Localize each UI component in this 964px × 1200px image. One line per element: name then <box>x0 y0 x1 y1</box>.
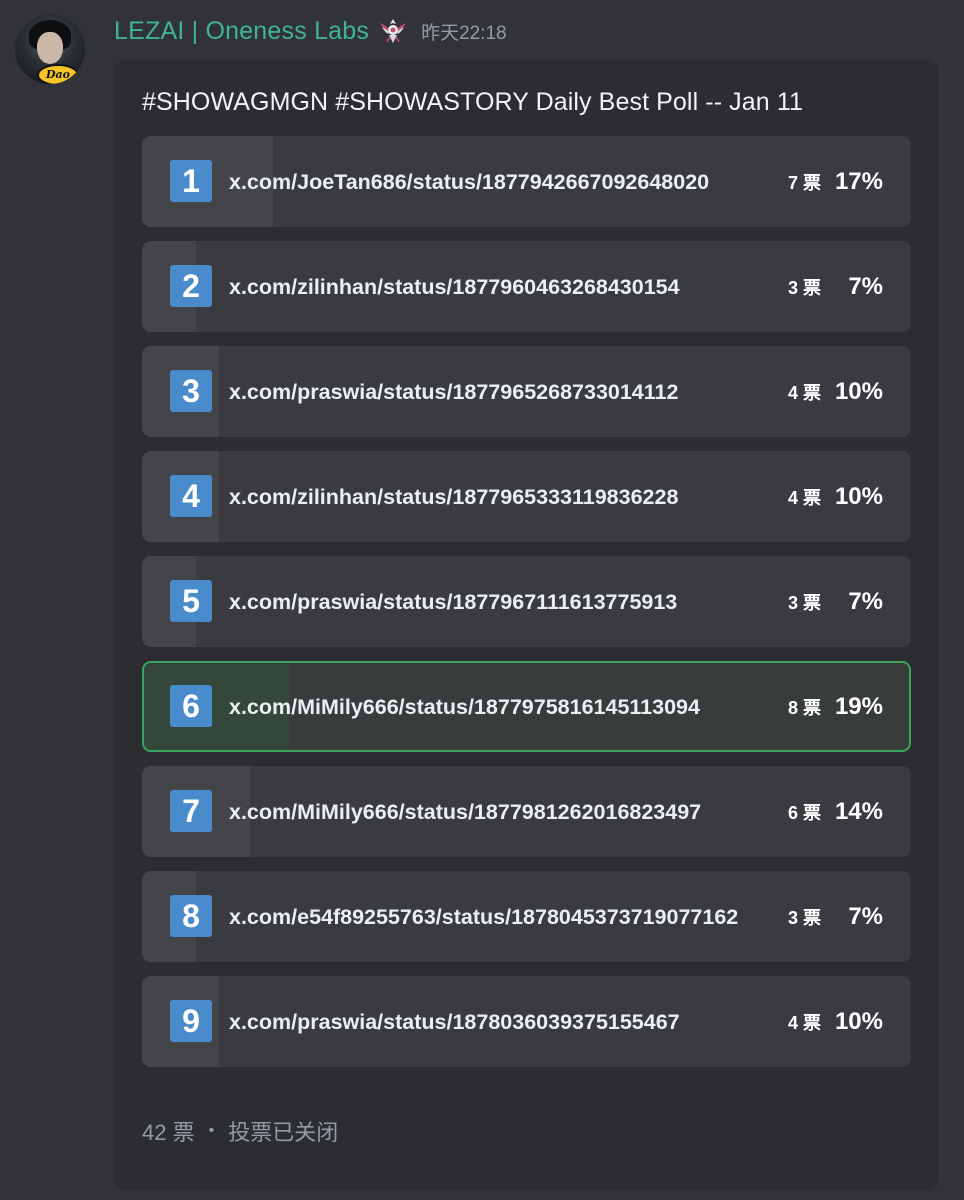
poll-answer-vote-count: 8 票 <box>787 697 821 718</box>
chat-message: Dao LEZAI | Oneness Labs 昨天22:18 #SHOWAG… <box>0 0 964 1200</box>
avatar-dao-badge: Dao <box>37 64 79 84</box>
poll-answer-9[interactable]: 9 x.com/praswia/status/187803603937515546… <box>142 976 911 1067</box>
poll-answer-vote-count: 3 票 <box>787 277 821 298</box>
poll-answer-percent: 7% <box>848 902 883 930</box>
keycap-number-icon: 6 <box>170 685 212 727</box>
poll-answer-percent: 19% <box>834 692 883 720</box>
message-timestamp: 昨天22:18 <box>421 22 507 44</box>
keycap-number-icon: 5 <box>170 580 212 622</box>
keycap-number-icon: 1 <box>170 160 212 202</box>
poll-answers-list: 1 x.com/JoeTan686/status/1877942667092648… <box>142 136 911 1081</box>
poll-answer-percent: 10% <box>834 482 883 510</box>
keycap-number-icon: 4 <box>170 475 212 517</box>
poll-answer-percent: 17% <box>834 167 883 195</box>
poll-answer-7[interactable]: 7 x.com/MiMily666/status/1877981262016823… <box>142 766 911 857</box>
keycap-number-icon: 7 <box>170 790 212 832</box>
keycap-number-icon: 2 <box>170 265 212 307</box>
keycap-number-icon: 3 <box>170 370 212 412</box>
footer-separator: • <box>208 1122 215 1139</box>
poll-answer-vote-count: 4 票 <box>787 382 821 403</box>
poll-answer-percent: 14% <box>834 797 883 825</box>
poll-answer-label: x.com/e54f89255763/status/18780453737190… <box>229 904 739 929</box>
keycap-number-icon: 9 <box>170 1000 212 1042</box>
poll-answer-label: x.com/zilinhan/status/187796046326843015… <box>229 274 680 299</box>
poll-answer-vote-count: 7 票 <box>787 172 821 193</box>
user-avatar[interactable]: Dao <box>15 14 85 84</box>
avatar-face <box>37 32 63 64</box>
message-header: LEZAI | Oneness Labs 昨天22:18 <box>114 14 507 48</box>
poll-answer-vote-count: 3 票 <box>787 907 821 928</box>
poll-answer-percent: 7% <box>848 587 883 615</box>
poll-card: #SHOWAGMGN #SHOWASTORY Daily Best Poll -… <box>114 60 939 1190</box>
poll-total-votes: 42 票 <box>142 1120 195 1145</box>
poll-question: #SHOWAGMGN #SHOWASTORY Daily Best Poll -… <box>142 88 803 116</box>
poll-answer-label: x.com/zilinhan/status/187796533311983622… <box>229 484 679 509</box>
poll-answer-6[interactable]: 6 x.com/MiMily666/status/1877975816145113… <box>142 661 911 752</box>
poll-footer: 42 票 • 投票已关闭 <box>142 1115 338 1147</box>
eagle-emblem-icon[interactable] <box>377 15 409 47</box>
poll-answer-label: x.com/MiMily666/status/18779812620168234… <box>229 799 702 824</box>
poll-answer-percent: 7% <box>848 272 883 300</box>
poll-answer-percent: 10% <box>834 377 883 405</box>
poll-answer-5[interactable]: 5 x.com/praswia/status/187796711161377591… <box>142 556 911 647</box>
poll-answer-label: x.com/praswia/status/1877965268733014112 <box>229 379 679 404</box>
poll-answer-label: x.com/praswia/status/1878036039375155467 <box>229 1009 680 1034</box>
poll-answer-label: x.com/praswia/status/1877967111613775913 <box>229 589 678 614</box>
poll-status: 投票已关闭 <box>228 1120 339 1145</box>
poll-answer-1[interactable]: 1 x.com/JoeTan686/status/1877942667092648… <box>142 136 911 227</box>
poll-answer-vote-count: 3 票 <box>787 592 821 613</box>
poll-answer-label: x.com/MiMily666/status/18779758161451130… <box>229 694 700 719</box>
poll-answer-label: x.com/JoeTan686/status/18779426670926480… <box>229 169 710 194</box>
poll-answer-vote-count: 4 票 <box>787 487 821 508</box>
keycap-number-icon: 8 <box>170 895 212 937</box>
poll-answer-2[interactable]: 2 x.com/zilinhan/status/18779604632684301… <box>142 241 911 332</box>
poll-answer-vote-count: 4 票 <box>787 1012 821 1033</box>
poll-answer-3[interactable]: 3 x.com/praswia/status/187796526873301411… <box>142 346 911 437</box>
poll-answer-8[interactable]: 8 x.com/e54f89255763/status/1878045373719… <box>142 871 911 962</box>
poll-answer-4[interactable]: 4 x.com/zilinhan/status/18779653331198362… <box>142 451 911 542</box>
poll-answer-percent: 10% <box>834 1007 883 1035</box>
poll-answer-vote-count: 6 票 <box>787 802 821 823</box>
username[interactable]: LEZAI | Oneness Labs <box>114 17 369 46</box>
